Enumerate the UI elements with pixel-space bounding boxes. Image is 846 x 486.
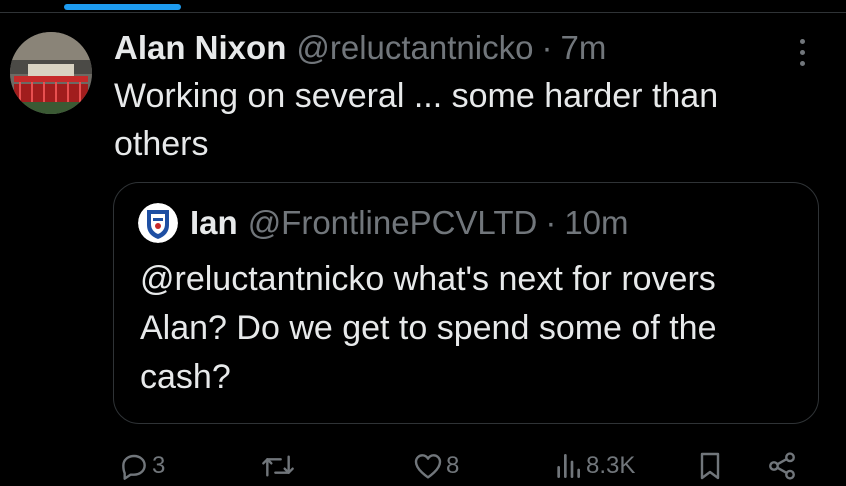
- author-avatar[interactable]: [10, 32, 92, 114]
- like-button[interactable]: 8: [412, 446, 459, 486]
- heart-icon: [414, 454, 442, 479]
- separator-dot: ·: [541, 29, 553, 66]
- more-options-button[interactable]: [788, 32, 816, 72]
- share-button[interactable]: [766, 446, 798, 486]
- stadium-photo: [10, 32, 92, 114]
- quoted-tweet[interactable]: Ian @FrontlinePCVLTD · 10m @reluctantnic…: [113, 182, 819, 424]
- views-count: 8.3K: [586, 452, 636, 479]
- action-bar: 3 8 8.3K: [0, 446, 846, 486]
- tweet-time[interactable]: 7m: [560, 26, 606, 70]
- quoted-tweet-time[interactable]: 10m: [564, 201, 628, 245]
- analytics-icon: [557, 454, 580, 478]
- more-vertical-icon: [799, 38, 805, 44]
- quoted-author-name[interactable]: Ian: [190, 201, 238, 245]
- reply-icon: [122, 454, 146, 480]
- quoted-author-handle[interactable]: @FrontlinePCVLTD: [248, 201, 538, 245]
- views-button[interactable]: 8.3K: [552, 446, 635, 486]
- quoted-tweet-header: Ian @FrontlinePCVLTD · 10m: [190, 201, 629, 245]
- quoted-tweet-text: @reluctantnicko what's next for rovers A…: [140, 260, 717, 396]
- separator-dot: ·: [545, 204, 557, 241]
- share-icon: [769, 452, 795, 480]
- like-count: 8: [446, 452, 460, 479]
- divider: [0, 12, 846, 13]
- quoted-author-avatar[interactable]: [138, 203, 178, 243]
- reply-count: 3: [152, 452, 166, 479]
- repost-icon: [262, 455, 294, 477]
- bookmark-icon: [700, 452, 720, 480]
- tweet-text: Working on several ... some harder than …: [114, 77, 719, 163]
- author-name[interactable]: Alan Nixon: [114, 26, 286, 70]
- bookmark-button[interactable]: [694, 446, 726, 486]
- tweet-header: Alan Nixon @reluctantnicko · 7m: [114, 26, 606, 70]
- repost-button[interactable]: [260, 446, 298, 486]
- active-tab-indicator: [64, 4, 181, 10]
- club-crest-icon: [138, 203, 178, 243]
- reply-button[interactable]: 3: [118, 446, 165, 486]
- author-handle[interactable]: @reluctantnicko: [296, 26, 533, 70]
